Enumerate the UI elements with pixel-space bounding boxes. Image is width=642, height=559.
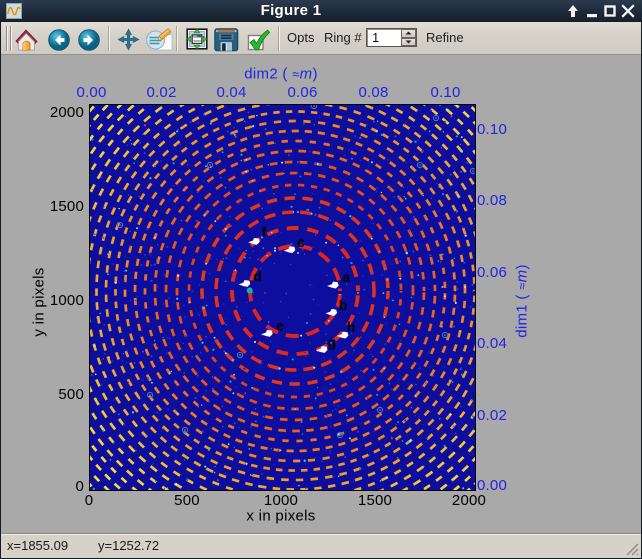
svg-text:a: a xyxy=(342,269,350,285)
svg-text:e: e xyxy=(276,317,284,333)
svg-text:b: b xyxy=(339,297,348,313)
svg-text:d: d xyxy=(253,268,262,284)
svg-text:c: c xyxy=(297,234,305,250)
svg-text:f: f xyxy=(262,223,267,239)
svg-text:h: h xyxy=(347,318,356,334)
svg-text:g: g xyxy=(328,334,337,350)
